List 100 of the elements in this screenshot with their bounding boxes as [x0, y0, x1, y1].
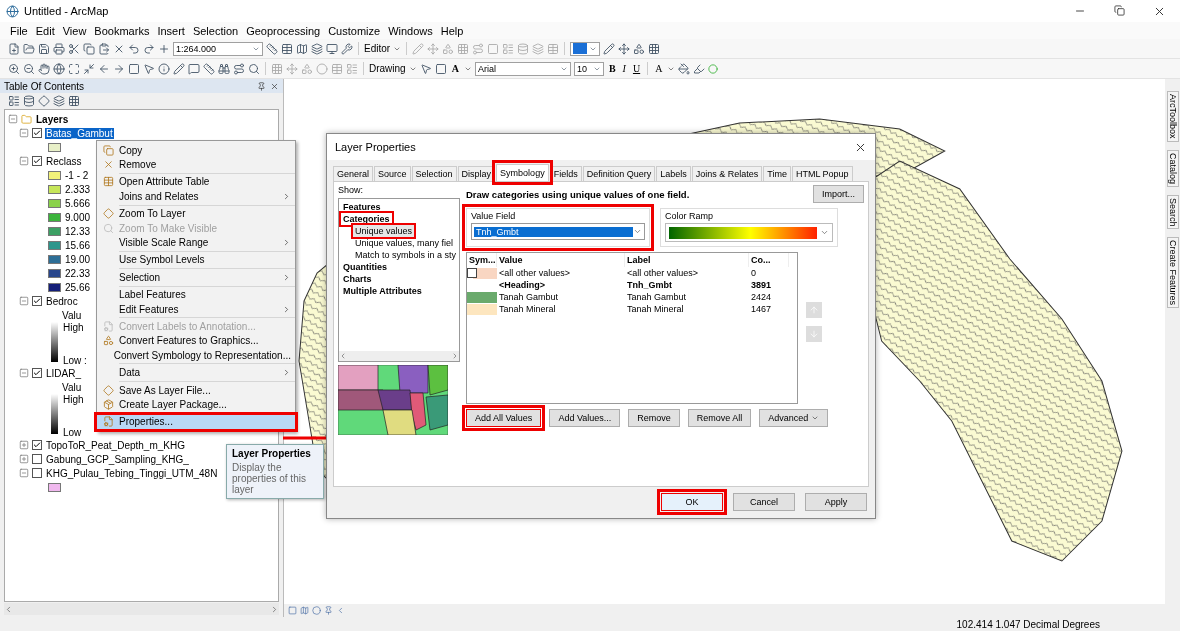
pin-icon[interactable]: [257, 81, 266, 91]
scroll-right-icon[interactable]: [451, 352, 459, 360]
value-field-select[interactable]: Tnh_Gmbt: [471, 223, 645, 240]
format-button[interactable]: B: [606, 63, 618, 74]
text-tool[interactable]: A: [449, 63, 461, 74]
drawing-menu[interactable]: Drawing: [369, 63, 406, 74]
menu-item[interactable]: Selection: [97, 270, 295, 285]
menu-item[interactable]: Data: [97, 365, 295, 380]
column-header[interactable]: Label: [625, 253, 749, 267]
paint-bucket-icon[interactable]: [678, 62, 691, 75]
action-button[interactable]: Remove All: [687, 409, 752, 427]
dock-tab[interactable]: Catalog: [1166, 149, 1179, 187]
table-icon[interactable]: [281, 42, 293, 55]
menu-item[interactable]: Zoom To Layer: [97, 206, 295, 221]
zoom-out-icon[interactable]: [23, 62, 35, 75]
source-icon[interactable]: [23, 95, 35, 107]
scroll-right-icon[interactable]: [270, 604, 279, 614]
menu-item[interactable]: Properties...: [97, 414, 295, 430]
menu-item[interactable]: Create Layer Package...: [97, 397, 295, 412]
renderer-item[interactable]: Match to symbols in a sty: [353, 249, 459, 261]
tab[interactable]: Source: [374, 166, 411, 181]
message-icon[interactable]: [188, 62, 200, 75]
font-combo[interactable]: Arial: [474, 61, 571, 76]
layer-name[interactable]: LIDAR_: [45, 367, 82, 379]
horizontal-scrollbar[interactable]: [4, 603, 279, 615]
layer-name[interactable]: KHG_Pulau_Tebing_Tinggi_UTM_48N: [45, 467, 219, 479]
action-button[interactable]: Add Values...: [549, 409, 621, 427]
layers-icon[interactable]: [53, 95, 65, 107]
tab[interactable]: Joins & Relates: [691, 166, 763, 181]
column-header[interactable]: Co...: [749, 253, 789, 267]
renderer-item[interactable]: Features: [341, 201, 383, 213]
action-button[interactable]: Advanced: [759, 409, 829, 427]
move-icon[interactable]: [618, 42, 631, 55]
folder-icon[interactable]: [23, 42, 35, 55]
menu-item[interactable]: Convert Features to Graphics...: [97, 333, 295, 349]
add-data-icon[interactable]: [158, 42, 170, 55]
hand-icon[interactable]: [38, 62, 50, 75]
column-header[interactable]: Value: [497, 253, 625, 267]
layer-checkbox[interactable]: [32, 296, 42, 306]
data-view-icon[interactable]: [300, 606, 309, 615]
menu-item[interactable]: Convert Symbology to Representation...: [97, 348, 295, 363]
save-icon[interactable]: [38, 42, 50, 55]
format-button[interactable]: U: [630, 63, 643, 74]
layer-name[interactable]: Gabung_GCP_Sampling_KHG_: [45, 453, 190, 465]
renderer-item[interactable]: Unique values, many fiel: [353, 237, 456, 249]
menu-item[interactable]: Bookmarks: [94, 24, 150, 37]
layer-checkbox[interactable]: [32, 468, 42, 478]
renderer-item[interactable]: Unique values: [353, 225, 415, 237]
menu-item[interactable]: Windows: [388, 24, 433, 37]
column-header[interactable]: Sym...: [467, 253, 497, 267]
menu-item[interactable]: Use Symbol Levels: [97, 252, 295, 268]
marker-icon[interactable]: [708, 63, 719, 74]
layer-name[interactable]: TopoToR_Peat_Depth_m_KHG: [45, 439, 186, 451]
layer-checkbox[interactable]: [32, 128, 42, 138]
paste-icon[interactable]: [98, 42, 110, 55]
rectangle-icon[interactable]: [434, 62, 447, 75]
symbol-swatch[interactable]: [473, 267, 497, 279]
tab[interactable]: General: [333, 166, 374, 181]
row-checkbox[interactable]: [467, 268, 477, 278]
menu-item[interactable]: Edit: [35, 24, 55, 37]
layer-name[interactable]: Batas_Gambut: [45, 127, 114, 139]
menu-item[interactable]: Visible Scale Range: [97, 235, 295, 250]
expander-icon[interactable]: [8, 114, 18, 124]
scroll-left-icon[interactable]: [339, 352, 347, 360]
renderer-item[interactable]: Charts: [341, 273, 374, 285]
tab[interactable]: Time: [763, 166, 791, 181]
color-ramp-select[interactable]: [665, 223, 833, 242]
layers-icon[interactable]: [311, 42, 323, 55]
scissors-icon[interactable]: [68, 42, 80, 55]
wrench-icon[interactable]: [341, 42, 353, 55]
info-icon[interactable]: [158, 62, 170, 75]
pointer-icon[interactable]: [143, 62, 155, 75]
menu-item[interactable]: Geoprocessing: [246, 24, 321, 37]
font-color-button[interactable]: A: [653, 63, 665, 74]
menu-item[interactable]: Edit Features: [97, 301, 295, 317]
map-icon[interactable]: [296, 42, 308, 55]
route-icon[interactable]: [233, 62, 245, 75]
ruler-icon[interactable]: [203, 62, 215, 75]
scale-combo[interactable]: 1:264.000: [173, 41, 263, 56]
tab[interactable]: Definition Query: [582, 166, 656, 181]
menu-item[interactable]: Label Features: [97, 287, 295, 302]
shrink-icon[interactable]: [83, 62, 95, 75]
binoculars-icon[interactable]: [218, 62, 230, 75]
shapes-icon[interactable]: [633, 42, 646, 55]
back-icon[interactable]: [98, 62, 110, 75]
zoom-in-icon[interactable]: [8, 62, 20, 75]
dock-tab[interactable]: Create Features: [1166, 237, 1179, 309]
scroll-left-icon[interactable]: [336, 606, 345, 615]
menu-item[interactable]: Remove: [97, 157, 295, 172]
layer-checkbox[interactable]: [32, 368, 42, 378]
diamond-icon[interactable]: [38, 95, 50, 107]
layer-name[interactable]: Reclass: [45, 155, 83, 167]
layer-checkbox[interactable]: [32, 454, 42, 464]
color-combo[interactable]: [570, 41, 601, 56]
action-button[interactable]: Remove: [628, 409, 680, 427]
restore-icon[interactable]: [1114, 4, 1125, 16]
font-size-combo[interactable]: 10: [573, 61, 604, 76]
horizontal-scrollbar[interactable]: [339, 351, 459, 361]
ruler-icon[interactable]: [266, 42, 278, 55]
renderer-item[interactable]: Quantities: [341, 261, 389, 273]
